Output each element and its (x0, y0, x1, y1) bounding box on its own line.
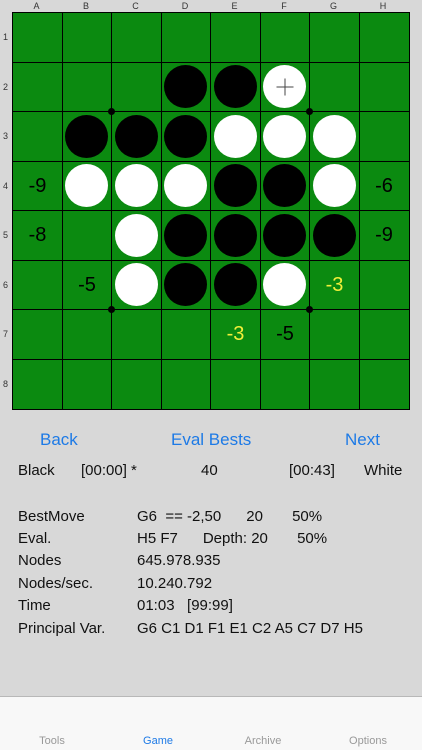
move-evaluation[interactable]: -9 (13, 162, 62, 211)
black-disc (164, 114, 208, 158)
black-disc (213, 65, 257, 109)
info-value: 01:03 [99:99] (137, 597, 233, 614)
grid-line (13, 111, 409, 112)
black-disc (263, 213, 307, 257)
move-evaluation[interactable]: -5 (261, 310, 310, 359)
white-disc (213, 114, 257, 158)
white-disc (312, 114, 356, 158)
column-label-h: H (379, 1, 387, 11)
white-disc (114, 263, 158, 307)
white-disc (114, 164, 158, 208)
grid-line (13, 61, 409, 63)
row-label-7: 7 (2, 329, 8, 339)
tab-bar: Tools Game Archive Options (0, 696, 422, 750)
back-button[interactable]: Back (40, 430, 78, 450)
column-label-g: G (329, 1, 337, 11)
white-disc (164, 164, 208, 208)
info-value: G6 == -2,50 20 50% (137, 508, 323, 525)
row-label-3: 3 (2, 131, 8, 141)
column-label-d: D (181, 1, 189, 11)
move-evaluation[interactable]: -8 (13, 211, 62, 260)
tab-options[interactable]: Options (328, 735, 408, 747)
eval-bests-button[interactable]: Eval Bests (171, 430, 251, 450)
info-value: 645.978.935 (137, 552, 221, 569)
white-disc (114, 213, 158, 257)
white-disc (263, 65, 307, 109)
row-label-6: 6 (2, 279, 8, 290)
board-star-dot (305, 107, 313, 115)
black-disc (312, 213, 356, 257)
move-evaluation[interactable]: -5 (63, 261, 112, 310)
black-disc (114, 114, 158, 158)
info-label: Nodes/sec. (18, 575, 94, 592)
row-label-1: 1 (2, 32, 8, 42)
info-value: G6 C1 D1 F1 E1 C2 A5 C7 D7 H5 (137, 620, 363, 637)
best-move-evaluation[interactable]: -3 (310, 261, 359, 310)
column-label-f: F (281, 1, 287, 11)
black-disc (164, 65, 208, 109)
row-label-8: 8 (2, 378, 8, 389)
move-evaluation[interactable]: -9 (360, 211, 409, 260)
black-disc (164, 213, 208, 257)
row-label-5: 5 (2, 230, 8, 240)
column-label-e: E (231, 1, 238, 11)
tab-tools[interactable]: Tools (12, 735, 92, 747)
grid-line (160, 13, 162, 409)
column-label-a: A (33, 1, 40, 11)
info-label: BestMove (18, 508, 85, 525)
controls-panel: Back Eval Bests Next Black [00:00] * 40 … (0, 412, 422, 697)
column-label-c: C (132, 1, 139, 11)
info-value: 10.240.792 (137, 575, 213, 592)
black-disc (213, 213, 257, 257)
grid-line (111, 13, 112, 409)
black-disc (263, 164, 307, 208)
white-player-label: White (364, 462, 403, 479)
black-disc (213, 263, 257, 307)
white-disc (65, 164, 109, 208)
grid-line (13, 210, 409, 211)
white-disc (263, 263, 307, 307)
black-disc (164, 263, 208, 307)
board-star-dot (107, 107, 115, 115)
row-label-4: 4 (2, 180, 8, 191)
column-label-b: B (82, 1, 89, 11)
info-label: Eval. (18, 530, 52, 547)
move-number: 40 (201, 462, 218, 479)
white-disc (263, 114, 307, 158)
tab-archive[interactable]: Archive (223, 735, 303, 747)
board-area: ABCDEFGH 12345678 -9 -6 -8 -9 -5 -3 -3 -5 (0, 0, 422, 412)
grid-line (13, 160, 409, 162)
move-evaluation[interactable]: -6 (360, 162, 409, 211)
info-value: H5 F7 Depth: 20 50% (137, 530, 328, 547)
white-disc (312, 164, 356, 208)
black-player-label: Black (18, 462, 55, 479)
othello-board[interactable]: -9 -6 -8 -9 -5 -3 -3 -5 (12, 12, 410, 410)
black-disc (213, 164, 257, 208)
info-label: Principal Var. (18, 620, 106, 637)
next-button[interactable]: Next (345, 430, 380, 450)
best-move-evaluation[interactable]: -3 (211, 310, 260, 359)
tab-game[interactable]: Game (118, 735, 198, 747)
white-clock: [00:43] (289, 462, 335, 479)
info-label: Time (18, 597, 51, 614)
plus-cross-icon (276, 78, 294, 96)
info-label: Nodes (18, 552, 62, 569)
row-label-2: 2 (2, 81, 8, 92)
black-disc (65, 114, 109, 158)
black-clock: [00:00] * (81, 462, 137, 479)
